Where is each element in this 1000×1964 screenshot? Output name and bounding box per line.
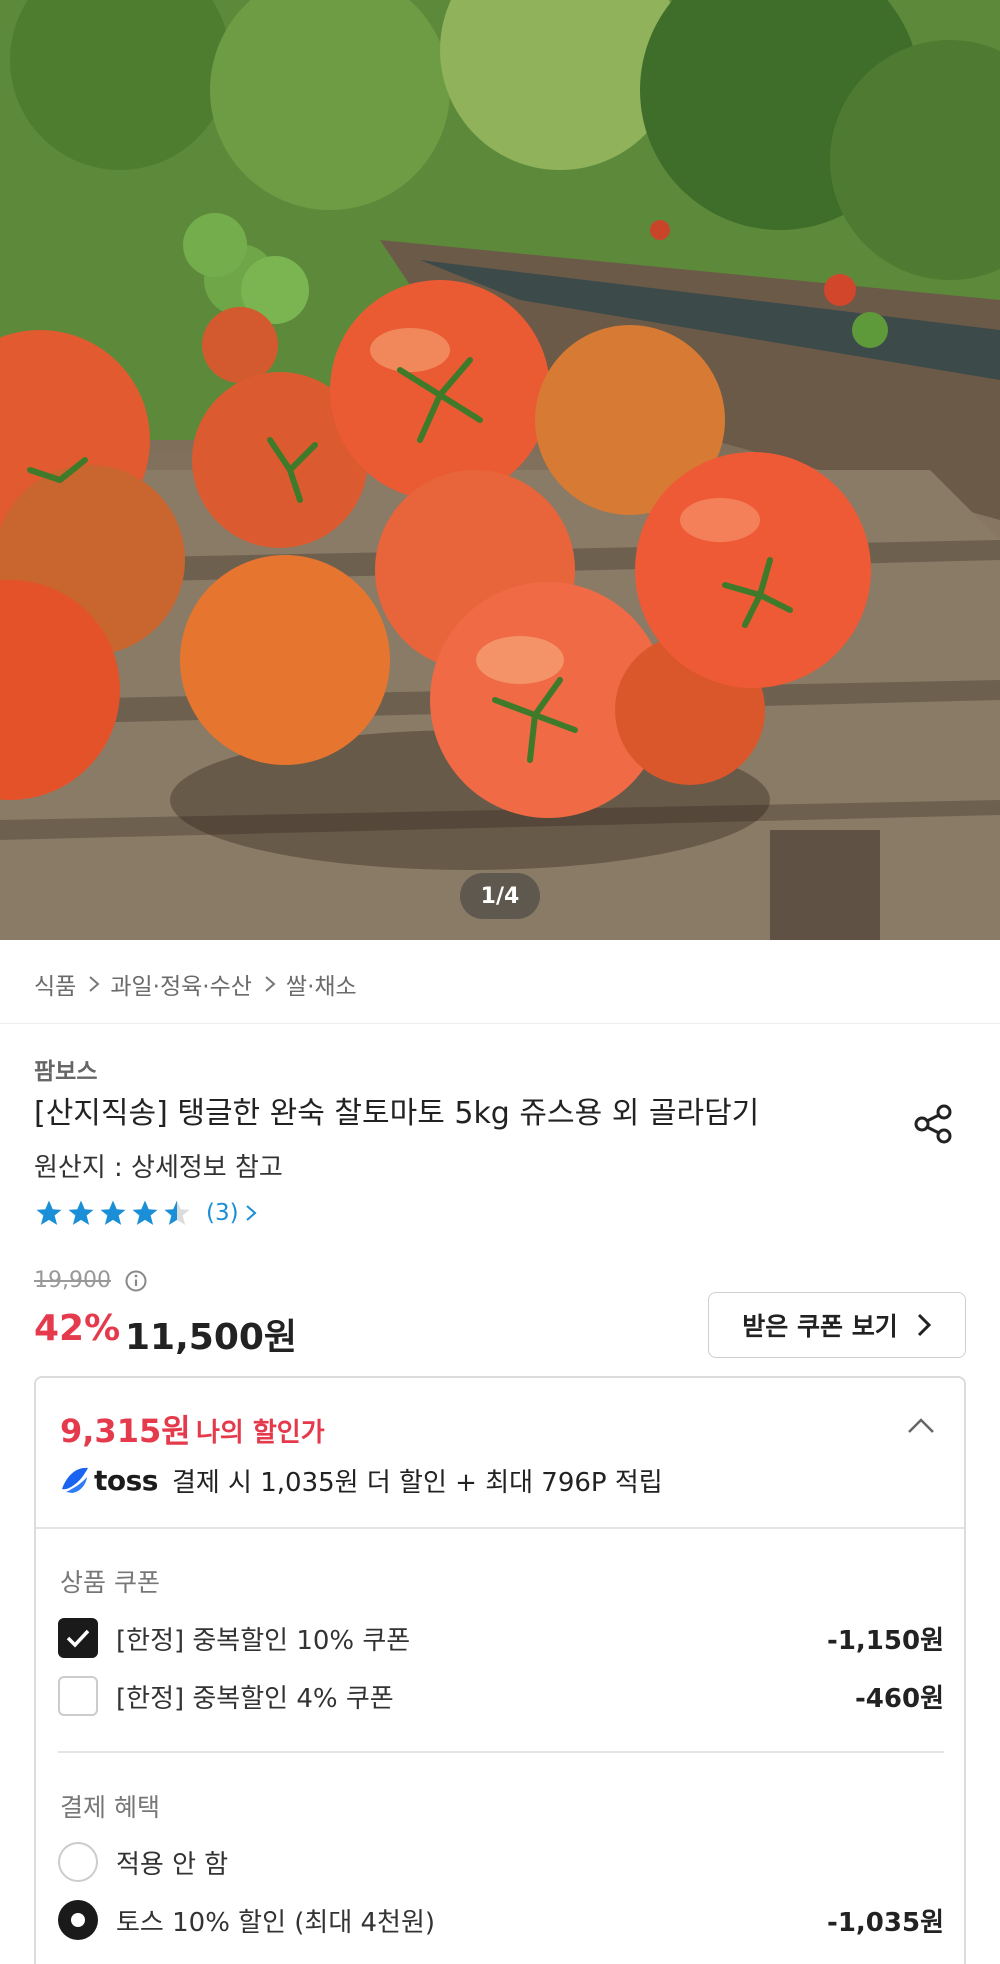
star-icon [132,1200,158,1225]
chevron-right-icon [265,976,276,992]
toss-wordmark: toss [94,1463,158,1497]
divider [0,1023,1000,1024]
coupon-amount: -460원 [855,1683,944,1714]
toss-benefit: toss 결제 시 1,035원 더 할인 + 최대 796P 적립 [58,1460,663,1500]
product-title: [산지직송] 탱글한 완숙 찰토마토 5kg 쥬스용 외 골라담기 [34,1096,760,1131]
benefit-panel: 9,315원 나의 할인가 toss 결제 시 1,035원 더 할인 + 최대… [34,1376,966,1964]
review-count[interactable]: (3) [206,1200,239,1226]
toss-icon [62,1467,88,1493]
breadcrumb: 식품 과일·정육·수산 쌀·채소 [34,962,357,1006]
payment-option-name: 토스 10% 할인 (최대 4천원) [116,1907,436,1938]
rating[interactable]: (3) [34,1196,257,1230]
breadcrumb-item[interactable]: 쌀·채소 [286,967,357,1001]
coupon-option[interactable]: [한정] 중복할인 4% 쿠폰 -460원 [58,1674,944,1718]
check-icon [66,1629,90,1648]
payment-option[interactable]: 적용 안 함 [58,1840,944,1884]
tomato-illustration [0,0,1000,940]
divider [58,1751,944,1753]
my-discount-price: 9,315원 [60,1412,191,1450]
radio-selected[interactable] [58,1900,98,1940]
toss-logo: toss [58,1464,158,1497]
share-icon[interactable] [910,1100,958,1148]
chevron-up-icon[interactable] [906,1414,936,1438]
my-discount-price-label: 나의 할인가 [196,1418,325,1448]
chevron-right-icon [245,1205,257,1221]
checkbox-checked[interactable] [58,1618,98,1658]
breadcrumb-item[interactable]: 과일·정육·수산 [110,967,252,1001]
star-icon [100,1200,126,1225]
info-icon[interactable] [124,1269,148,1293]
original-price: 19,900 [34,1268,111,1293]
seller-name[interactable]: 팜보스 [34,1052,97,1086]
payment-option[interactable]: 토스 10% 할인 (최대 4천원) -1,035원 [58,1898,944,1942]
coupon-section-title: 상품 쿠폰 [60,1568,160,1597]
half-star-icon [164,1200,190,1225]
view-coupons-button[interactable]: 받은 쿠폰 보기 [708,1292,966,1358]
coupon-name: [한정] 중복할인 10% 쿠폰 [116,1625,411,1656]
coupon-amount: -1,150원 [827,1625,944,1656]
chevron-right-icon [917,1313,931,1337]
star-icon [68,1200,94,1225]
coupon-name: [한정] 중복할인 4% 쿠폰 [116,1683,394,1714]
chevron-right-icon [89,976,100,992]
radio-unselected[interactable] [58,1842,98,1882]
breadcrumb-item[interactable]: 식품 [34,967,76,1001]
product-image[interactable]: 1/4 [0,0,1000,940]
checkbox-unchecked[interactable] [58,1676,98,1716]
star-icon [36,1200,62,1225]
sale-price: 11,500원 [125,1317,298,1358]
coupon-option[interactable]: [한정] 중복할인 10% 쿠폰 -1,150원 [58,1616,944,1660]
payment-section-title: 결제 혜택 [60,1793,160,1822]
divider [36,1527,964,1529]
toss-benefit-text: 결제 시 1,035원 더 할인 + 최대 796P 적립 [171,1467,663,1498]
payment-option-amount: -1,035원 [827,1907,944,1938]
image-counter: 1/4 [460,873,540,919]
view-coupons-label: 받은 쿠폰 보기 [742,1312,898,1341]
origin-info: 원산지 : 상세정보 참고 [34,1153,283,1183]
discount-rate: 42% [34,1308,121,1349]
payment-option-name: 적용 안 함 [116,1849,229,1880]
